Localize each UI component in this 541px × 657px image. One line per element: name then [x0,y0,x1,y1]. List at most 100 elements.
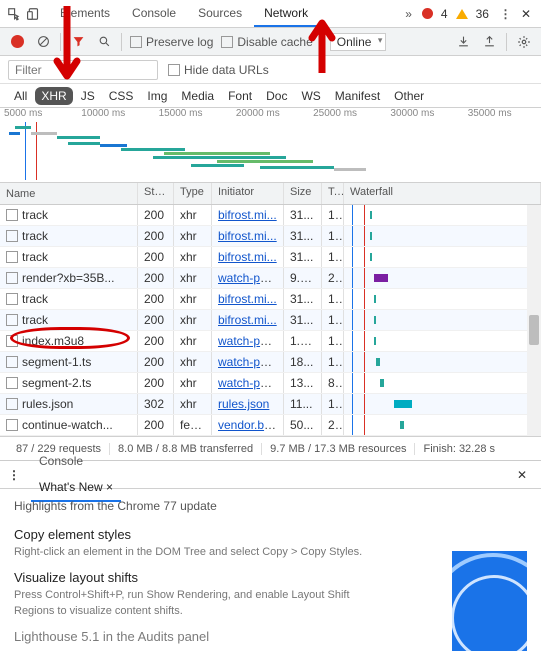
table-row[interactable]: segment-1.ts200xhrwatch-pag...18...1... [0,352,541,373]
filter-input[interactable] [8,60,158,80]
drawer-close-icon[interactable]: ✕ [511,468,533,482]
table-row[interactable]: track200xhrbifrost.mi...31...1... [0,226,541,247]
checkbox-icon[interactable] [6,230,18,242]
cell-status: 200 [138,373,174,393]
cell-time: 1... [322,205,344,225]
table-row[interactable]: segment-2.ts200xhrwatch-pag...13...8... [0,373,541,394]
type-filter-img[interactable]: Img [141,87,173,105]
initiator-link[interactable]: watch-pag... [218,355,283,369]
cell-status: 200 [138,205,174,225]
type-filter-css[interactable]: CSS [103,87,140,105]
drawer-body: Highlights from the Chrome 77 update Cop… [0,489,541,657]
checkbox-icon[interactable] [6,398,18,410]
record-button[interactable] [8,33,26,51]
cell-name: continue-watch... [0,415,138,435]
search-icon[interactable] [95,33,113,51]
table-row[interactable]: track200xhrbifrost.mi...31...1... [0,247,541,268]
col-size[interactable]: Size [284,183,322,204]
device-toggle-icon[interactable] [24,4,44,24]
initiator-link[interactable]: bifrost.mi... [218,313,277,327]
cell-size: 31... [284,226,322,246]
drawer-tab-console[interactable]: Console [31,448,121,474]
settings-kebab-icon[interactable]: ⋮ [495,4,515,24]
type-filter-xhr[interactable]: XHR [35,87,72,105]
overview-tick: 30000 ms [386,108,463,119]
col-status[interactable]: Sta... [138,183,174,204]
col-time[interactable]: T... [322,183,344,204]
checkbox-icon[interactable] [6,314,18,326]
type-filter-doc[interactable]: Doc [260,87,293,105]
checkbox-icon[interactable] [6,209,18,221]
initiator-link[interactable]: rules.json [218,397,269,411]
cell-waterfall [344,373,541,393]
type-filter-ws[interactable]: WS [295,87,326,105]
cell-initiator: bifrost.mi... [212,205,284,225]
checkbox-icon[interactable] [6,293,18,305]
overview-tick: 10000 ms [77,108,154,119]
initiator-link[interactable]: vendor.b2... [218,418,281,432]
issue-counters[interactable]: 4 36 [422,7,489,21]
drawer-tab-what-s-new[interactable]: What's New × [31,474,121,502]
table-row[interactable]: track200xhrbifrost.mi...31...1... [0,310,541,331]
col-initiator[interactable]: Initiator [212,183,284,204]
col-name[interactable]: Name [0,183,138,204]
disable-cache-checkbox[interactable]: Disable cache [221,35,312,49]
cell-initiator: rules.json [212,394,284,414]
table-row[interactable]: render?xb=35B...200xhrwatch-pag...9.9...… [0,268,541,289]
scroll-thumb[interactable] [529,315,539,345]
export-har-icon[interactable] [480,33,498,51]
cell-name: render?xb=35B... [0,268,138,288]
table-row[interactable]: track200xhrbifrost.mi...31...1... [0,289,541,310]
cell-time: 8... [322,373,344,393]
filter-funnel-icon[interactable] [69,33,87,51]
initiator-link[interactable]: bifrost.mi... [218,208,277,222]
section-heading: Lighthouse 5.1 in the Audits panel [14,629,527,644]
checkbox-icon[interactable] [6,272,18,284]
initiator-link[interactable]: watch-pag... [218,271,283,285]
inspect-element-icon[interactable] [4,4,24,24]
close-devtools-icon[interactable]: ✕ [515,7,537,21]
preserve-log-checkbox[interactable]: Preserve log [130,35,213,49]
panel-tab-network[interactable]: Network [254,0,318,27]
table-row[interactable]: index.m3u8200xhrwatch-pag...1.6...1... [0,331,541,352]
record-dot-icon [11,35,24,48]
scrollbar-vertical[interactable] [527,205,541,436]
table-row[interactable]: track200xhrbifrost.mi...31...1... [0,205,541,226]
panel-tab-console[interactable]: Console [122,0,186,27]
more-tabs-chevron-icon[interactable]: » [401,1,416,27]
network-settings-gear-icon[interactable] [515,33,533,51]
hide-data-urls-checkbox[interactable]: Hide data URLs [168,63,269,77]
table-row[interactable]: continue-watch...200fetchvendor.b2...50.… [0,415,541,436]
cell-type: xhr [174,373,212,393]
type-filter-media[interactable]: Media [175,87,220,105]
col-waterfall[interactable]: Waterfall [344,183,541,204]
col-type[interactable]: Type [174,183,212,204]
checkbox-icon[interactable] [6,419,18,431]
type-filter-js[interactable]: JS [75,87,101,105]
table-row[interactable]: rules.json302xhrrules.json11...1... [0,394,541,415]
type-filter-all[interactable]: All [8,87,33,105]
cell-status: 200 [138,310,174,330]
initiator-link[interactable]: bifrost.mi... [218,229,277,243]
initiator-link[interactable]: watch-pag... [218,334,283,348]
type-filter-manifest[interactable]: Manifest [329,87,386,105]
cell-size: 13... [284,373,322,393]
timeline-overview[interactable]: 5000 ms10000 ms15000 ms20000 ms25000 ms3… [0,108,541,183]
checkbox-icon[interactable] [6,251,18,263]
type-filter-font[interactable]: Font [222,87,258,105]
cell-waterfall [344,289,541,309]
panel-tab-elements[interactable]: Elements [50,0,120,27]
checkbox-icon[interactable] [6,377,18,389]
clear-button[interactable] [34,33,52,51]
initiator-link[interactable]: watch-pag... [218,376,283,390]
checkbox-icon[interactable] [6,335,18,347]
panel-tab-sources[interactable]: Sources [188,0,252,27]
cell-waterfall [344,268,541,288]
type-filter-other[interactable]: Other [388,87,430,105]
drawer-menu-icon[interactable]: ⋮ [8,468,19,482]
import-har-icon[interactable] [454,33,472,51]
initiator-link[interactable]: bifrost.mi... [218,250,277,264]
initiator-link[interactable]: bifrost.mi... [218,292,277,306]
throttling-select[interactable]: Online [330,33,387,51]
checkbox-icon[interactable] [6,356,18,368]
